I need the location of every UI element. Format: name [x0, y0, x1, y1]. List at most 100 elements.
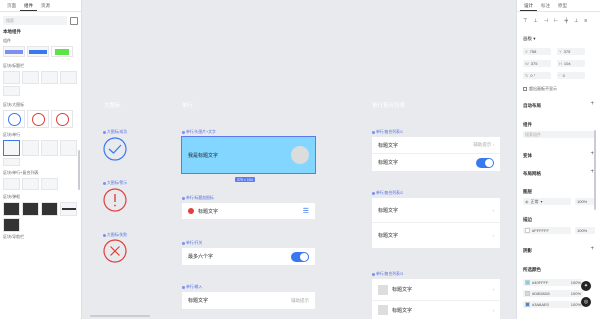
tab-pages[interactable]: 页面: [3, 0, 20, 11]
component-thumb[interactable]: [41, 202, 58, 216]
frame-label[interactable]: 单行/输入: [182, 285, 202, 290]
add-icon[interactable]: +: [590, 246, 594, 252]
component-thumb[interactable]: [3, 140, 20, 156]
component-thumb[interactable]: [3, 46, 25, 57]
rotation-field[interactable]: ↻ 0 °: [523, 72, 551, 79]
align-top-icon[interactable]: ⊢: [554, 18, 558, 24]
color-row[interactable]: #40FFFF 100%: [523, 279, 583, 286]
align-middle-icon[interactable]: ╪: [564, 18, 568, 24]
align-center-icon[interactable]: ⊥: [533, 18, 537, 24]
list-item[interactable]: 标题文字 ›: [372, 198, 500, 223]
component-thumb[interactable]: [41, 71, 58, 84]
tab-components[interactable]: 组件: [20, 0, 37, 11]
frame-label[interactable]: 单行/开关: [182, 241, 202, 246]
component-thumb[interactable]: [51, 46, 73, 57]
group-single-row-list[interactable]: 区块/单行+复合列表: [3, 170, 78, 176]
right-scrollbar[interactable]: [594, 130, 596, 210]
frame-type[interactable]: 画板 ▾: [523, 36, 536, 42]
component-thumb[interactable]: [22, 140, 39, 156]
group-components[interactable]: 组件: [3, 38, 78, 44]
group-large-icon[interactable]: 区块/大图标: [3, 102, 78, 108]
clip-content[interactable]: 超出画板不显示: [523, 86, 557, 92]
component-thumb[interactable]: [3, 218, 20, 232]
frame-label[interactable]: 单行/头图片+文字: [182, 130, 216, 135]
list-item[interactable]: 标题文字 ›: [372, 279, 500, 301]
tab-annotate[interactable]: 标注: [537, 0, 554, 11]
component-thumb[interactable]: [3, 86, 20, 96]
color-swatch[interactable]: [525, 228, 530, 233]
tab-prototype[interactable]: 原型: [554, 0, 571, 11]
color-row[interactable]: #3A8AE0 100%: [523, 301, 583, 308]
left-scrollbar[interactable]: [78, 150, 80, 190]
layer-opacity[interactable]: 100%: [575, 198, 595, 205]
group-navbar[interactable]: 区块/导航栏: [3, 234, 78, 240]
w-field[interactable]: W 375: [523, 60, 551, 67]
color-swatch[interactable]: [525, 302, 530, 307]
component-thumb[interactable]: [3, 71, 20, 84]
stroke-color[interactable]: #FFFFFF: [523, 227, 571, 234]
row-switch[interactable]: 最多六个字: [182, 248, 315, 265]
row-input[interactable]: 标题文字 辅助提示: [182, 292, 315, 309]
tab-assets[interactable]: 资源: [37, 0, 54, 11]
toggle-switch[interactable]: [476, 157, 494, 168]
canvas[interactable]: 大图标 单行 单行复合列表 大图标/成功 大图标/警示 大图标/失败 单行/头图…: [82, 0, 516, 319]
row-with-icon[interactable]: 标题文字 ☰: [182, 203, 315, 219]
frame-label[interactable]: 单行/复合列表/2: [372, 191, 403, 196]
error-icon[interactable]: [51, 110, 73, 128]
component-thumb[interactable]: [22, 178, 39, 190]
component-thumb[interactable]: [41, 140, 58, 156]
stroke-opacity[interactable]: 100%: [575, 227, 595, 234]
frame-label[interactable]: 单行/复合列表/1: [372, 130, 403, 135]
component-thumb[interactable]: [60, 202, 77, 216]
frame-label[interactable]: 大图标/成功: [103, 130, 127, 135]
frame-label[interactable]: 大图标/失败: [103, 233, 127, 238]
group-single-row[interactable]: 区块/单行: [3, 132, 78, 138]
component-thumb[interactable]: [22, 202, 39, 216]
align-bottom-icon[interactable]: ⊥: [574, 18, 578, 24]
warning-icon[interactable]: [103, 188, 127, 212]
success-icon[interactable]: [103, 137, 127, 161]
assistant-icon[interactable]: ✦: [581, 281, 591, 291]
library-icon[interactable]: [70, 16, 78, 25]
color-swatch[interactable]: [525, 280, 530, 285]
align-right-icon[interactable]: ⊣: [544, 18, 548, 24]
group-titlebar[interactable]: 区块/标题栏: [3, 63, 78, 69]
tab-design[interactable]: 设计: [520, 0, 537, 11]
group-dialog[interactable]: 区块/弹框: [3, 194, 78, 200]
component-search-input[interactable]: 搜索组件: [523, 131, 595, 138]
component-thumb[interactable]: [60, 71, 77, 84]
color-row[interactable]: #D8D8D8 100%: [523, 290, 583, 297]
distribute-icon[interactable]: ≡: [584, 18, 587, 24]
minus-icon[interactable]: [188, 208, 194, 214]
component-thumb[interactable]: [3, 178, 20, 190]
search-input[interactable]: 搜索: [3, 16, 67, 25]
h-field[interactable]: H 104: [557, 60, 585, 67]
list-item[interactable]: 标题文字 ›: [372, 301, 500, 319]
success-icon[interactable]: [3, 110, 25, 128]
component-thumb[interactable]: [41, 178, 58, 190]
component-thumb[interactable]: [27, 46, 49, 57]
add-icon[interactable]: +: [590, 101, 594, 107]
frame-label[interactable]: 单行/标题加图标: [182, 196, 214, 201]
component-thumb[interactable]: [3, 158, 20, 166]
warning-icon[interactable]: [27, 110, 49, 128]
align-left-icon[interactable]: ⊤: [523, 18, 527, 24]
blend-mode-select[interactable]: ◉ 正常 ▾: [523, 198, 571, 205]
y-field[interactable]: Y 375: [557, 48, 585, 55]
error-icon[interactable]: [103, 239, 127, 263]
frame-label[interactable]: 大图标/警示: [103, 181, 127, 186]
list-item[interactable]: 标题文字 辅助提示 ›: [372, 137, 500, 154]
menu-icon[interactable]: ☰: [303, 207, 309, 215]
canvas-scrollbar[interactable]: [90, 315, 150, 317]
frame-label[interactable]: 单行/复合列表/3: [372, 272, 403, 277]
toggle-switch[interactable]: [291, 251, 309, 262]
component-thumb[interactable]: [3, 202, 20, 216]
list-item[interactable]: 标题文字 ›: [372, 223, 500, 248]
component-thumb[interactable]: [22, 71, 39, 84]
color-swatch[interactable]: [525, 291, 530, 296]
component-thumb[interactable]: [60, 140, 77, 156]
radius-field[interactable]: ◜ 0: [557, 72, 585, 79]
checkbox[interactable]: [523, 87, 527, 91]
x-field[interactable]: X 758: [523, 48, 551, 55]
list-item[interactable]: 标题文字: [372, 154, 500, 171]
